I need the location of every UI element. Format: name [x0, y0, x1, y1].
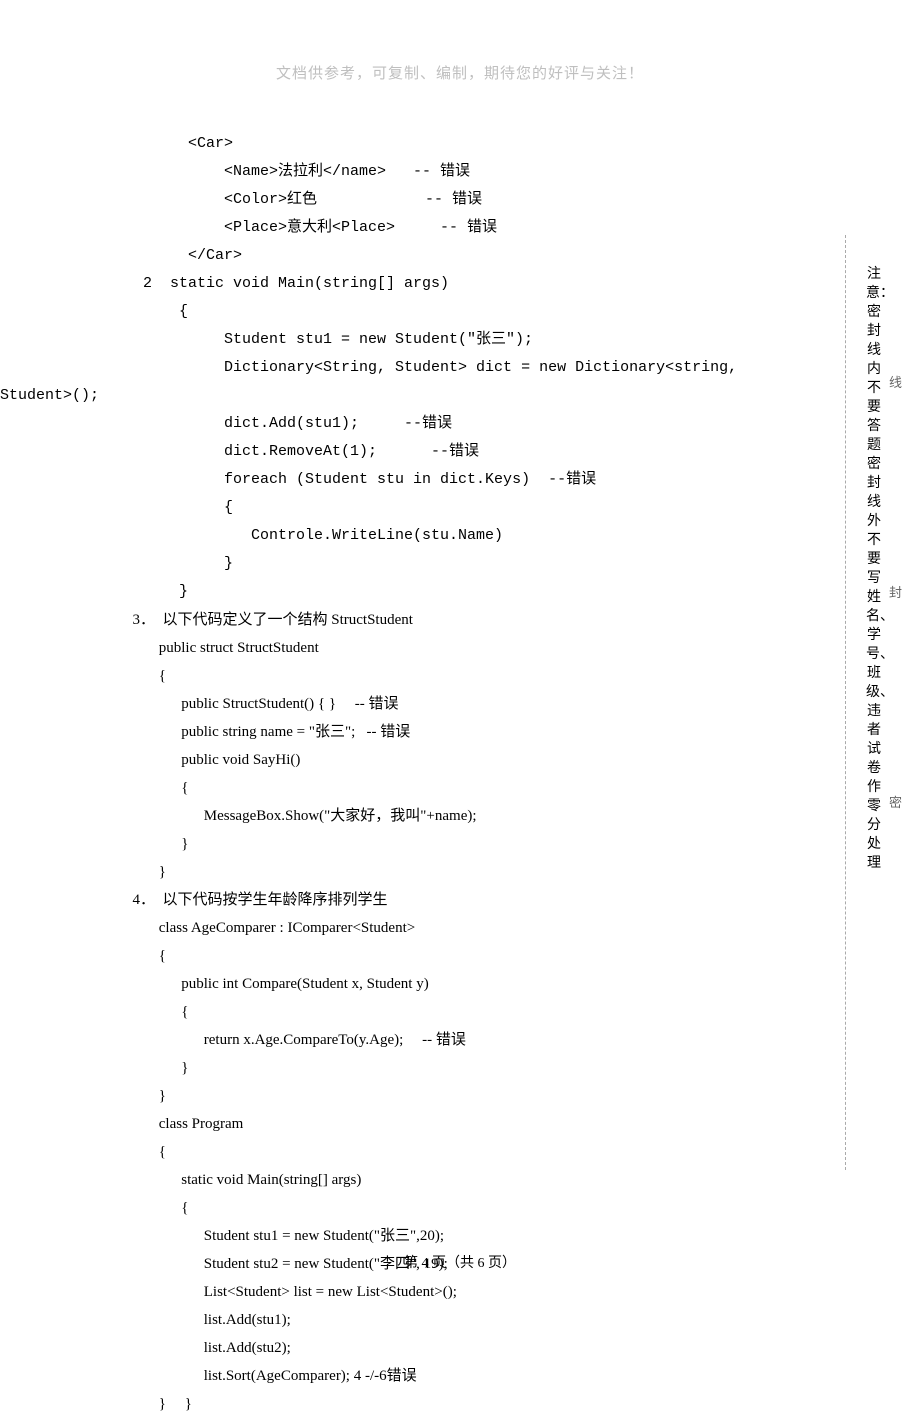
code-line: { — [125, 1194, 845, 1222]
document-body: <Car> <Name>法拉利</name> -- 错误 <Color>红色 -… — [125, 130, 845, 1418]
code-line: Student>(); — [0, 382, 845, 410]
code-line: { — [125, 494, 845, 522]
code-line: list.Sort(AgeComparer); 4 -/-6错误 — [125, 1362, 845, 1390]
code-line: } — [125, 550, 845, 578]
marker-xian: 线 — [889, 370, 902, 393]
page-footer: 第 4 页（共 6 页） — [0, 1252, 920, 1272]
code-line: } } — [125, 1390, 845, 1418]
code-line: return x.Age.CompareTo(y.Age); -- 错误 — [125, 1026, 845, 1054]
code-line: { — [125, 298, 845, 326]
code-line: <Name>法拉利</name> -- 错误 — [125, 158, 845, 186]
code-line: Student stu1 = new Student("张三",20); — [125, 1222, 845, 1250]
code-line: <Color>红色 -- 错误 — [125, 186, 845, 214]
code-line: class Program — [125, 1110, 845, 1138]
code-line: </Car> — [125, 242, 845, 270]
code-line: { — [125, 942, 845, 970]
code-line: Student stu1 = new Student("张三"); — [125, 326, 845, 354]
code-line: 3． 以下代码定义了一个结构 StructStudent — [125, 606, 845, 634]
code-line: { — [125, 662, 845, 690]
code-line: list.Add(stu1); — [125, 1306, 845, 1334]
code-line: class AgeComparer : IComparer<Student> — [125, 914, 845, 942]
code-line: } — [125, 830, 845, 858]
code-line: dict.Add(stu1); --错误 — [125, 410, 845, 438]
code-line: } — [125, 578, 845, 606]
code-line: <Car> — [125, 130, 845, 158]
code-line: public struct StructStudent — [125, 634, 845, 662]
code-line: } — [125, 858, 845, 886]
code-line: { — [125, 774, 845, 802]
code-line: public string name = "张三"; -- 错误 — [125, 718, 845, 746]
code-line: foreach (Student stu in dict.Keys) --错误 — [125, 466, 845, 494]
code-line: } — [125, 1082, 845, 1110]
code-line: { — [125, 1138, 845, 1166]
code-line: { — [125, 998, 845, 1026]
code-line: dict.RemoveAt(1); --错误 — [125, 438, 845, 466]
seal-line-warning: 注意：密封线内不要答题 密封线外不要写姓名、学号、班级、违者试卷作零分处理 — [866, 265, 882, 873]
code-line: Controle.WriteLine(stu.Name) — [125, 522, 845, 550]
code-line: 2 static void Main(string[] args) — [125, 270, 845, 298]
code-line: <Place>意大利<Place> -- 错误 — [125, 214, 845, 242]
marker-feng: 封 — [889, 580, 902, 603]
code-line: static void Main(string[] args) — [125, 1166, 845, 1194]
code-line: MessageBox.Show("大家好，我叫"+name); — [125, 802, 845, 830]
code-line: public StructStudent() { } -- 错误 — [125, 690, 845, 718]
code-line: list.Add(stu2); — [125, 1334, 845, 1362]
code-line: Dictionary<String, Student> dict = new D… — [125, 354, 845, 382]
header-note: 文档供参考，可复制、编制，期待您的好评与关注！ — [0, 62, 920, 83]
code-line: } — [125, 1054, 845, 1082]
code-line: 4． 以下代码按学生年龄降序排列学生 — [125, 886, 845, 914]
marker-mi: 密 — [889, 790, 902, 813]
code-line: public void SayHi() — [125, 746, 845, 774]
code-line: public int Compare(Student x, Student y) — [125, 970, 845, 998]
